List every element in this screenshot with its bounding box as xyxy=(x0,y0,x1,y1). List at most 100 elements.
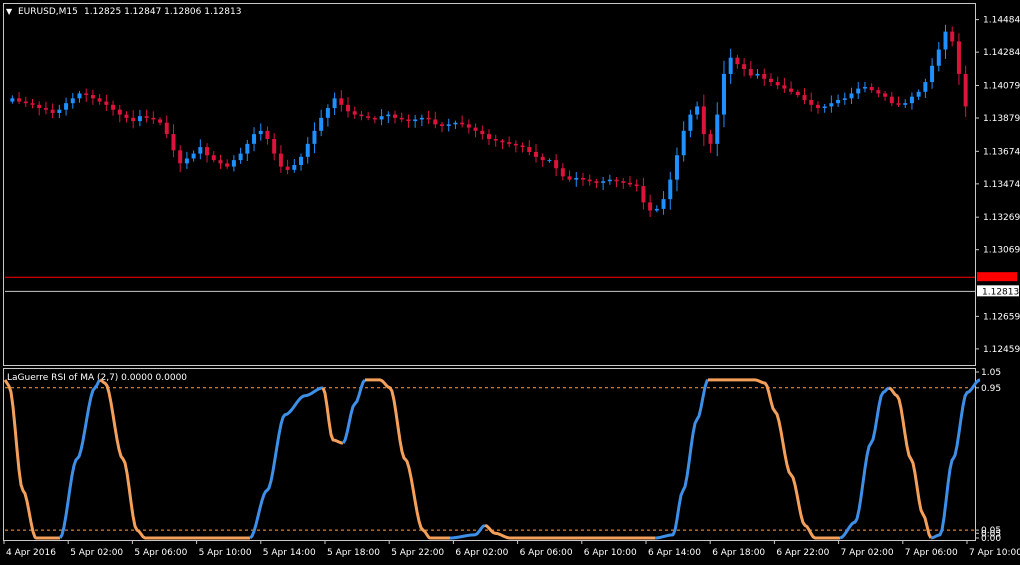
price-tick-label: 1.14284 xyxy=(983,48,1020,58)
candle-body xyxy=(50,109,55,113)
candle-body xyxy=(621,181,626,183)
candle-body xyxy=(641,186,646,203)
current-price-label: 1.12813 xyxy=(982,287,1019,297)
candle-body xyxy=(359,114,364,117)
candle-body xyxy=(822,106,827,109)
candle-body xyxy=(77,93,82,99)
candle-body xyxy=(238,153,243,161)
candle-body xyxy=(674,155,679,180)
candle-body xyxy=(876,90,881,94)
candle-body xyxy=(601,181,606,183)
candle-body xyxy=(782,85,787,89)
candle-body xyxy=(923,82,928,92)
candle-body xyxy=(795,91,800,96)
indicator-levels xyxy=(5,387,975,531)
candle-body xyxy=(789,88,794,92)
time-tick-label: 4 Apr 2016 xyxy=(6,548,56,558)
candle-body xyxy=(90,95,95,99)
candle-body xyxy=(131,117,136,122)
candle-body xyxy=(231,160,236,167)
candle-body xyxy=(493,138,498,141)
candle-body xyxy=(43,108,48,110)
candle-body xyxy=(930,65,935,83)
indicator-segment xyxy=(449,524,486,540)
candle-body xyxy=(547,160,552,162)
candle-body xyxy=(883,93,888,97)
candle-body xyxy=(111,104,116,110)
candle-body xyxy=(433,119,438,125)
candle-body xyxy=(896,103,901,105)
candle-body xyxy=(171,134,176,151)
indicator-axis: 1.050.950.050.050.00 xyxy=(975,368,1001,544)
candle-body xyxy=(909,96,914,104)
candle-body xyxy=(708,134,713,144)
candle-body xyxy=(648,202,653,211)
candle-body xyxy=(319,117,324,131)
candle-body xyxy=(829,103,834,107)
candle-body xyxy=(124,114,129,118)
time-tick-label: 7 Apr 10:00 xyxy=(969,548,1020,558)
candle-body xyxy=(748,69,753,76)
candle-body xyxy=(963,73,968,107)
candle-body xyxy=(312,130,317,144)
indicator-segment xyxy=(248,386,324,540)
candle-body xyxy=(721,73,726,115)
candle-body xyxy=(17,98,22,102)
candle-body xyxy=(487,134,491,139)
candle-body xyxy=(473,127,478,131)
price-tick-label: 1.13069 xyxy=(983,246,1020,256)
candle-body xyxy=(245,143,250,154)
candle-body xyxy=(715,114,720,144)
candle-body xyxy=(533,151,538,157)
candle-body xyxy=(339,98,344,105)
candle-body xyxy=(695,106,700,115)
candle-body xyxy=(178,150,183,164)
time-tick-label: 5 Apr 06:00 xyxy=(134,548,187,558)
candle-body xyxy=(527,147,532,152)
candle-body xyxy=(399,117,404,120)
candle-body xyxy=(453,122,458,125)
chart-menu-icon[interactable]: ▼ xyxy=(6,7,13,16)
time-tick-label: 7 Apr 02:00 xyxy=(841,548,894,558)
candle-body xyxy=(627,182,632,185)
candle-body xyxy=(701,106,706,135)
indicator-segment xyxy=(839,386,890,540)
candle-body xyxy=(842,98,847,100)
price-tick-label: 1.12459 xyxy=(983,345,1020,355)
candle-body xyxy=(681,130,686,156)
candle-body xyxy=(144,116,149,118)
candle-body xyxy=(614,179,619,182)
candle-body xyxy=(10,98,15,102)
price-tick-label: 1.14079 xyxy=(983,81,1020,91)
candle-body xyxy=(205,147,210,156)
symbol-label: EURUSD,M15 xyxy=(18,7,78,17)
candle-body xyxy=(265,130,270,139)
candle-body xyxy=(325,108,330,118)
candle-body xyxy=(278,153,283,167)
indicator-segment xyxy=(654,378,710,540)
candle-body xyxy=(916,91,921,97)
candle-body xyxy=(225,163,230,167)
candle-body xyxy=(466,124,471,128)
candle-body xyxy=(346,104,351,112)
candle-body xyxy=(272,138,277,154)
time-tick-label: 6 Apr 02:00 xyxy=(455,548,508,558)
price-tick-label: 1.13474 xyxy=(983,180,1020,190)
price-tick-label: 1.13674 xyxy=(983,147,1020,157)
candle-body xyxy=(607,179,612,182)
candle-body xyxy=(37,104,42,109)
candle-body xyxy=(137,116,142,122)
indicator-segment xyxy=(321,387,344,445)
candle-body xyxy=(775,82,780,86)
indicator-segment xyxy=(484,523,655,540)
trading-chart[interactable]: ▼ EURUSD,M15 1.12825 1.12847 1.12806 1.1… xyxy=(0,0,1020,565)
candle-body xyxy=(299,156,304,165)
candle-body xyxy=(849,93,854,99)
candle-body xyxy=(742,64,747,70)
indicator-segment xyxy=(3,379,60,540)
candle-body xyxy=(158,119,163,123)
candle-body xyxy=(332,98,337,109)
candle-body xyxy=(406,119,411,122)
candle-body xyxy=(956,41,961,74)
candle-body xyxy=(728,57,733,74)
